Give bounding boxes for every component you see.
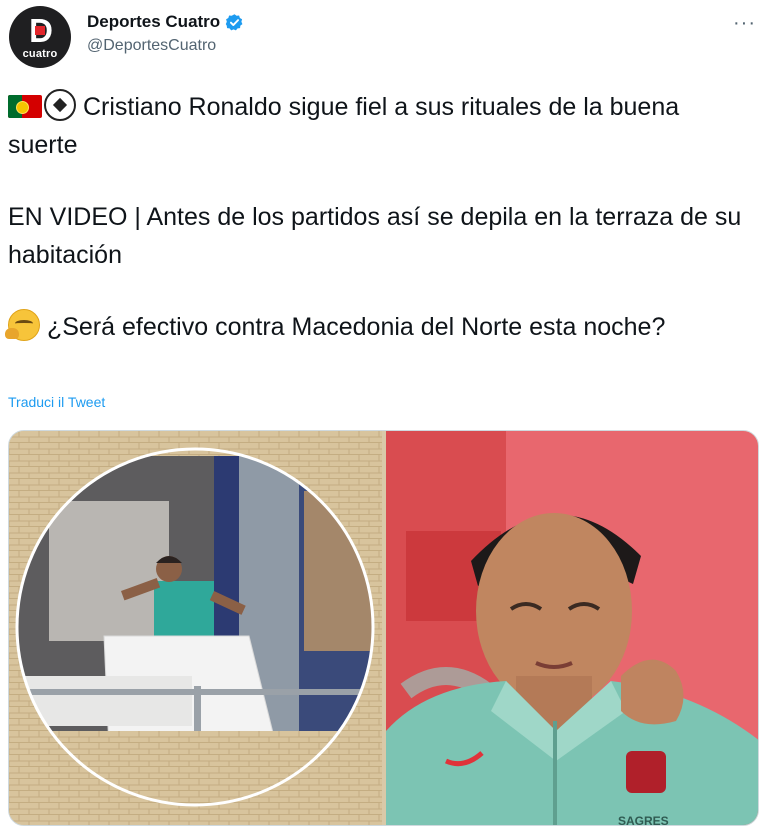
tweet-line-1-text: Cristiano Ronaldo sigue fiel a sus ritua… [8,93,680,159]
tweet-text: Cristiano Ronaldo sigue fiel a sus ritua… [5,88,748,346]
tweet-line-3-text: ¿Será efectivo contra Macedonia del Nort… [46,313,666,341]
verified-badge-icon [225,13,243,30]
balcony-photo-illustration [9,431,382,825]
tweet-line-2: EN VIDEO | Antes de los partidos así se … [8,203,742,269]
author-handle[interactable]: @DeportesCuatro [87,37,216,55]
tweet-media[interactable]: SAGRES [8,430,759,826]
player-portrait-photo[interactable]: SAGRES [386,431,758,826]
portugal-flag-icon [8,95,42,118]
thinking-face-icon [5,309,40,341]
shirt-sponsor-text: SAGRES [618,814,669,826]
avatar-logo-letter: D [26,14,56,48]
tweet-line-1: Cristiano Ronaldo sigue fiel a sus ritua… [8,88,748,164]
player-portrait-illustration: SAGRES [386,431,758,826]
author-name-row[interactable]: Deportes Cuatro [87,10,244,34]
soccer-ball-icon [44,89,76,121]
balcony-photo[interactable] [9,431,382,825]
more-options-icon[interactable]: ··· [733,12,756,35]
tweet-line-3: ¿Será efectivo contra Macedonia del Nort… [5,308,748,346]
display-name[interactable]: Deportes Cuatro [87,12,220,32]
avatar[interactable]: D cuatro [9,6,71,68]
avatar-logo-caption: cuatro [22,48,58,60]
translate-tweet-link[interactable]: Traduci il Tweet [8,394,105,410]
